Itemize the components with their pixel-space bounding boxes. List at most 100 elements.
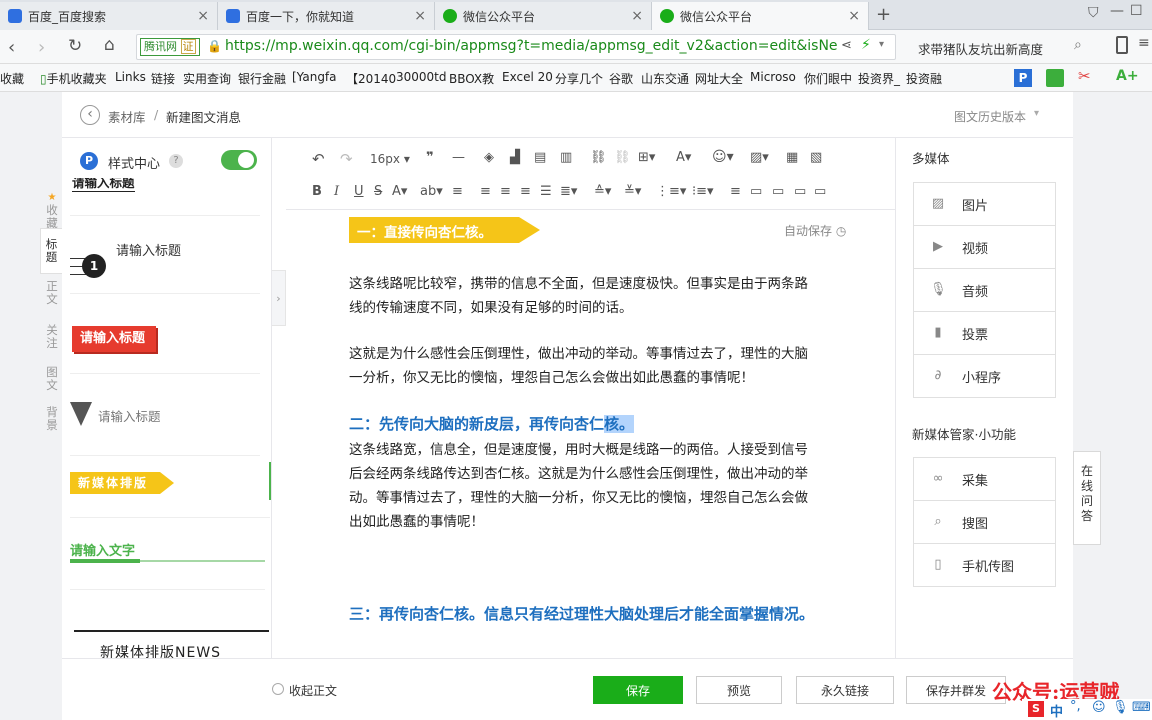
forward-icon[interactable]: › [38, 37, 45, 58]
emoji-icon[interactable]: ☺▾ [712, 149, 734, 165]
eraser-icon[interactable]: ◈ [484, 150, 494, 165]
permalink-button[interactable]: 永久链接 [796, 676, 894, 704]
bookmark-item[interactable]: 谷歌 [609, 70, 633, 87]
heading-2[interactable]: 二：先传向大脑的新皮层，再传向杏仁核。 [349, 412, 829, 436]
insert-audio-button[interactable]: 🎙 音频 [913, 268, 1056, 312]
save-button[interactable]: 保存 [593, 676, 683, 704]
tab-article[interactable]: 图文 [44, 366, 60, 392]
strike-icon[interactable]: S [374, 184, 382, 199]
insert-image-button[interactable]: ▨ 图片 [913, 182, 1056, 226]
float-left-icon[interactable]: ▭ [750, 184, 762, 199]
reload-icon[interactable]: ↻ [68, 36, 82, 56]
bookmark-item[interactable]: 山东交通 [641, 70, 689, 87]
bookmark-item[interactable]: 银行金融 [238, 70, 286, 87]
indent-icon[interactable]: ≡ [452, 184, 463, 199]
bookmark-item[interactable]: Links [115, 70, 146, 84]
panel-collapse-handle[interactable]: › [272, 270, 286, 326]
style-item-title-0[interactable]: 请输入标题 [70, 178, 260, 216]
maximize-button[interactable]: ☐ [1130, 3, 1143, 19]
bookmark-item[interactable]: 【20140 [346, 70, 396, 87]
url-field[interactable]: 腾讯网 证 🔒 https://mp.weixin.qq.com/cgi-bin… [136, 34, 896, 60]
shirt-icon[interactable]: ⛉ [1088, 5, 1099, 21]
book-icon[interactable] [1046, 69, 1064, 87]
phone-icon[interactable] [1116, 36, 1128, 54]
close-icon[interactable]: × [414, 8, 426, 24]
share-icon[interactable]: ⋖ [841, 38, 852, 53]
float-center-icon[interactable]: ▭ [772, 184, 784, 199]
menu-icon[interactable]: ≡ [1138, 35, 1150, 51]
spacing-before-icon[interactable]: ≙▾ [594, 184, 611, 199]
style-item-title-2[interactable]: 请输入标题 [70, 296, 260, 374]
line-height-icon[interactable]: ≣▾ [560, 184, 577, 199]
mic-icon[interactable]: 🎙 [1112, 700, 1129, 715]
lightning-icon[interactable]: ⚡ [861, 37, 871, 53]
bookmark-item[interactable]: 网址大全 [695, 70, 743, 87]
tab-wechat-1[interactable]: 微信公众平台 × [435, 2, 652, 30]
punct-icon[interactable]: °, [1070, 699, 1081, 714]
preview-button[interactable]: 预览 [696, 676, 782, 704]
paste-icon[interactable]: ▥ [560, 150, 572, 165]
spacing-after-icon[interactable]: ≚▾ [624, 184, 641, 199]
tab-body[interactable]: 正文 [44, 280, 60, 306]
align-center-icon[interactable]: ≡ [500, 184, 511, 199]
word-icon[interactable]: ▧ [810, 150, 822, 165]
search-box[interactable]: 求带猪队友坑出新高度 ⌕ [908, 34, 1096, 60]
online-qa-button[interactable]: 在线问答 [1073, 451, 1101, 545]
paragraph-1[interactable]: 这条线路呢比较窄，携带的信息不全面，但是速度极快。但事实是由于两条路线的传输速度… [349, 272, 819, 320]
close-icon[interactable]: × [197, 8, 209, 24]
bookmark-item[interactable]: 实用查询 [183, 70, 231, 87]
underline-icon[interactable]: U [354, 184, 364, 199]
link-icon[interactable]: ⛓ [590, 150, 607, 165]
style-item-title-4[interactable]: 新媒体排版 [70, 458, 271, 518]
grid-icon[interactable]: ▦ [786, 150, 798, 165]
font-color-icon[interactable]: A▾ [392, 184, 407, 199]
format-brush-icon[interactable]: ▟ [510, 150, 520, 165]
save-and-send-button[interactable]: 保存并群发 [906, 676, 1006, 704]
bookmark-item[interactable]: ▯手机收藏夹 [40, 70, 107, 87]
search-image-button[interactable]: ⌕ 搜图 [913, 500, 1056, 544]
home-icon[interactable]: ⌂ [104, 35, 115, 55]
tab-follow[interactable]: 关注 [44, 324, 60, 350]
float-icon[interactable]: ≡ [730, 184, 741, 199]
style-item-title-1[interactable]: 1 请输入标题 [70, 218, 260, 294]
collect-button[interactable]: ∞ 采集 [913, 457, 1056, 501]
collapse-body-button[interactable]: 收起正文 [289, 682, 337, 699]
tab-wechat-2[interactable]: 微信公众平台 × [652, 2, 869, 30]
bookmark-item[interactable]: Excel 20 [502, 70, 553, 84]
bookmark-item[interactable]: [Yangfa [292, 70, 337, 84]
bookmark-item[interactable]: 投资融 [906, 70, 942, 87]
style-item-title-3[interactable]: 请输入标题 [70, 376, 260, 456]
align-right-icon[interactable]: ≡ [520, 184, 531, 199]
insert-miniprogram-button[interactable]: ∂ 小程序 [913, 354, 1056, 398]
hr-icon[interactable]: — [452, 150, 465, 165]
search-icon[interactable]: ⌕ [1074, 37, 1082, 53]
style-item-text-5[interactable]: 请输入文字 [70, 520, 265, 590]
scroll-indicator[interactable] [269, 462, 271, 500]
tab-background[interactable]: 背景 [44, 406, 60, 432]
image-insert-icon[interactable]: ▨▾ [750, 150, 769, 165]
help-icon[interactable]: ? [169, 154, 183, 168]
clear-icon[interactable]: ▤ [534, 150, 546, 165]
close-icon[interactable]: × [848, 8, 860, 24]
ime-mode[interactable]: 中 [1050, 701, 1063, 720]
paragraph-3[interactable]: 这条线路宽，信息全，但是速度慢，用时大概是线路一的两倍。人接受到信号后会经两条线… [349, 438, 819, 534]
new-tab-button[interactable]: + [876, 4, 891, 25]
extension-p-icon[interactable]: P [1014, 69, 1032, 87]
back-icon[interactable]: ‹ [8, 37, 15, 58]
justify-icon[interactable]: ☰ [540, 184, 552, 199]
back-circle-icon[interactable]: ‹ [80, 105, 100, 125]
chevron-down-icon[interactable]: ▾ [879, 39, 884, 50]
bookmark-item[interactable]: 30000td [396, 70, 447, 84]
bold-icon[interactable]: B [312, 184, 322, 199]
bookmark-item[interactable]: BBOX教 [449, 70, 494, 87]
scissors-icon[interactable]: ✂ [1078, 67, 1091, 85]
align-left-icon[interactable]: ≡ [480, 184, 491, 199]
ordered-list-icon[interactable]: ⋮≡▾ [656, 184, 686, 199]
table-icon[interactable]: ⊞▾ [638, 150, 655, 165]
bullet-list-icon[interactable]: ⁝≡▾ [692, 184, 714, 199]
bookmark-item[interactable]: 投资界_ [858, 70, 900, 87]
tab-favorites[interactable]: ★ 收藏 [44, 190, 60, 230]
text-color-icon[interactable]: A▾ [676, 150, 691, 165]
italic-icon[interactable]: I [334, 184, 339, 199]
undo-icon[interactable]: ↶ [312, 150, 325, 168]
